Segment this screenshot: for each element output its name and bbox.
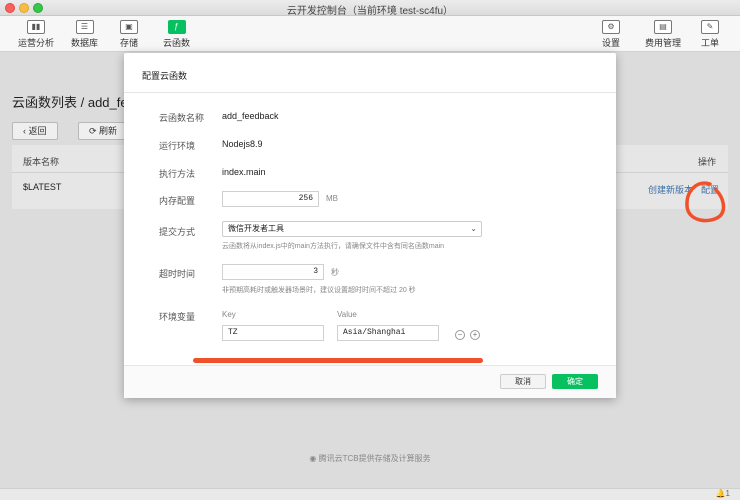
- runtime-value: Nodejs8.9: [222, 139, 263, 149]
- refresh-button[interactable]: ⟳ 刷新: [78, 122, 129, 140]
- memory-unit: MB: [326, 194, 338, 203]
- handler-value: index.main: [222, 167, 266, 177]
- toolbar-ticket[interactable]: ✎ 工单: [701, 20, 719, 49]
- toolbar-settings[interactable]: ⚙ 设置: [602, 20, 620, 49]
- submit-method-hint: 云函数将从index.js中的main方法执行，请确保文件中含有同名函数main: [222, 243, 445, 250]
- back-button[interactable]: ‹ 返回: [12, 122, 58, 140]
- function-name-label: 云函数名称: [159, 113, 205, 123]
- annotation-underline: [193, 358, 483, 363]
- memory-label: 内存配置: [159, 196, 196, 206]
- toolbar-cloud-function[interactable]: ƒ 云函数: [163, 20, 190, 49]
- timeout-unit: 秒: [331, 268, 339, 277]
- dialog-body: 云函数名称 add_feedback 运行环境 Nodejs8.9 执行方法 i…: [124, 93, 616, 365]
- toolbar-storage[interactable]: ▣ 存储: [120, 20, 138, 49]
- confirm-button[interactable]: 确定: [552, 374, 598, 389]
- cloud-function-icon: ƒ: [167, 20, 186, 34]
- submit-method-label: 提交方式: [159, 227, 196, 237]
- toolbar-database[interactable]: ☰ 数据库: [71, 20, 98, 49]
- add-env-icon[interactable]: +: [470, 330, 480, 340]
- toolbar-billing[interactable]: ▤ 费用管理: [645, 20, 681, 49]
- toolbar-database-label: 数据库: [71, 38, 99, 48]
- bar-chart-icon: ▮▮: [27, 20, 45, 34]
- billing-icon: ▤: [654, 20, 672, 34]
- status-bar: 🔔1: [0, 488, 740, 500]
- submit-method-select[interactable]: 微信开发者工具 ⌄: [222, 221, 482, 237]
- toolbar-cloud-function-label: 云函数: [163, 38, 191, 48]
- timeout-input[interactable]: 3: [222, 264, 324, 280]
- cancel-button[interactable]: 取消: [500, 374, 546, 389]
- timeout-hint: 非预期高耗时或触发器场景时，建议设置超时时间不超过 20 秒: [222, 287, 416, 294]
- config-dialog: 配置云函数 云函数名称 add_feedback 运行环境 Nodejs8.9 …: [124, 53, 616, 398]
- runtime-label: 运行环境: [159, 141, 196, 151]
- timeout-label: 超时时间: [159, 269, 196, 279]
- window-title: 云开发控制台（当前环境 test-sc4fu）: [286, 6, 454, 17]
- env-vars-label: 环境变量: [159, 312, 196, 322]
- chevron-down-icon: ⌄: [470, 224, 477, 233]
- env-key-header: Key: [222, 310, 236, 319]
- function-name-value: add_feedback: [222, 111, 279, 121]
- footer-text: 腾讯云TCB提供存储及计算服务: [318, 454, 431, 463]
- remove-env-icon[interactable]: −: [455, 330, 465, 340]
- header-actions: 操作: [697, 157, 716, 167]
- toolbar-billing-label: 费用管理: [645, 38, 682, 48]
- footer-note: ◉ 腾讯云TCB提供存储及计算服务: [0, 453, 740, 464]
- ticket-icon: ✎: [701, 20, 719, 34]
- annotation-circle: [685, 181, 726, 223]
- toolbar-analytics[interactable]: ▮▮ 运营分析: [18, 20, 54, 49]
- toolbar: ▮▮ 运营分析 ☰ 数据库 ▣ 存储 ƒ 云函数 ⚙ 设置 ▤ 费用管理 ✎ 工…: [0, 16, 740, 52]
- dialog-footer: 取消 确定: [124, 365, 616, 398]
- dialog-title: 配置云函数: [124, 53, 616, 93]
- refresh-icon: ⟳: [89, 126, 100, 136]
- env-value-header: Value: [337, 310, 357, 319]
- toolbar-analytics-label: 运营分析: [18, 38, 55, 48]
- env-value-input[interactable]: Asia/Shanghai: [337, 325, 439, 341]
- handler-label: 执行方法: [159, 169, 196, 179]
- toolbar-storage-label: 存储: [120, 38, 139, 48]
- tcb-logo-icon: ◉: [309, 454, 319, 463]
- bell-icon[interactable]: 🔔1: [716, 489, 730, 498]
- refresh-button-label: 刷新: [99, 126, 118, 136]
- toolbar-ticket-label: 工单: [701, 38, 720, 48]
- toolbar-settings-label: 设置: [602, 38, 621, 48]
- row-version-name: $LATEST: [23, 182, 62, 192]
- window-titlebar: 云开发控制台（当前环境 test-sc4fu）: [0, 0, 740, 17]
- storage-icon: ▣: [120, 20, 138, 34]
- header-version-name: 版本名称: [23, 157, 60, 167]
- back-button-label: 返回: [28, 126, 47, 136]
- submit-method-value: 微信开发者工具: [228, 224, 284, 233]
- database-icon: ☰: [75, 20, 94, 34]
- env-key-input[interactable]: TZ: [222, 325, 324, 341]
- memory-input[interactable]: 256: [222, 191, 319, 207]
- gear-icon: ⚙: [602, 20, 620, 34]
